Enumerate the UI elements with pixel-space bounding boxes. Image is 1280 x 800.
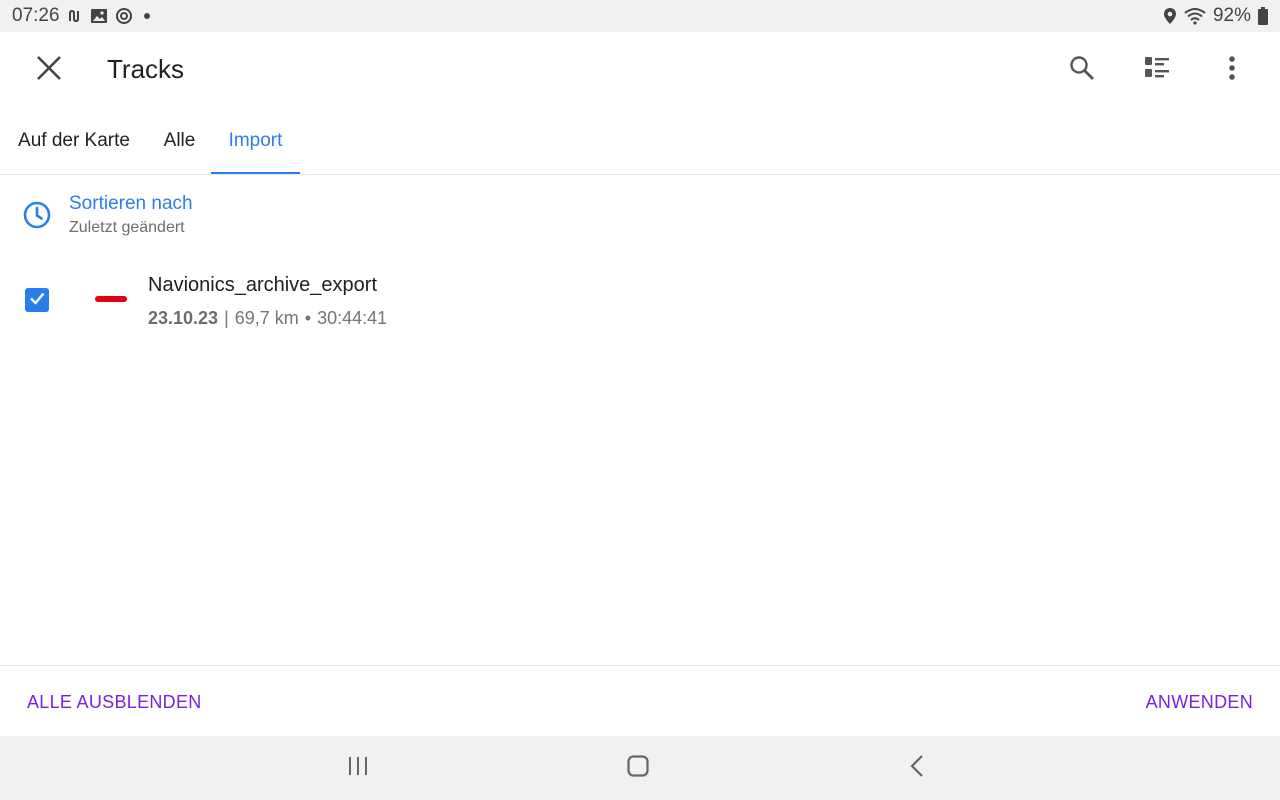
wifi-icon: [1184, 7, 1206, 25]
status-bar: 07:26 92%: [0, 0, 1280, 32]
system-navigation-bar: [0, 736, 1280, 800]
track-meta: 23.10.23 | 69,7 km • 30:44:41: [148, 308, 387, 329]
filter-list-button[interactable]: [1133, 46, 1181, 94]
battery-icon: [1258, 7, 1268, 25]
page-title: Tracks: [107, 54, 185, 84]
tab-import[interactable]: Import: [211, 108, 300, 174]
status-left: 07:26: [12, 5, 150, 27]
back-icon: [910, 754, 924, 782]
app-bar: Tracks: [0, 32, 1280, 108]
sort-title: Sortieren nach: [69, 193, 193, 214]
more-vert-icon: [1228, 55, 1236, 86]
track-color-line: [95, 296, 127, 302]
status-right: 92%: [1163, 5, 1268, 27]
bottom-action-bar: ALLE AUSBLENDEN ANWENDEN: [0, 665, 1280, 736]
more-notifications-dot: [143, 13, 150, 19]
list-item[interactable]: Navionics_archive_export 23.10.23 | 69,7…: [0, 260, 1280, 340]
sort-selector[interactable]: Sortieren nach Zuletzt geändert: [0, 176, 1280, 252]
status-time: 07:26: [12, 5, 60, 26]
active-tab-indicator: [211, 172, 300, 174]
track-distance: 69,7 km: [234, 308, 299, 328]
hide-all-button[interactable]: ALLE AUSBLENDEN: [27, 692, 202, 713]
check-icon: [28, 289, 46, 312]
meta-separator: |: [224, 308, 229, 328]
track-duration: 30:44:41: [317, 308, 388, 328]
notification-n-icon: [67, 8, 83, 24]
battery-percent: 92%: [1212, 5, 1251, 26]
track-date: 23.10.23: [148, 308, 219, 328]
recents-icon: [347, 756, 369, 781]
track-name: Navionics_archive_export: [148, 274, 378, 296]
more-options-button[interactable]: [1208, 46, 1256, 94]
sync-icon: [115, 7, 133, 25]
image-icon: [90, 8, 108, 24]
tab-auf-der-karte[interactable]: Auf der Karte: [0, 108, 148, 174]
filter-list-icon: [1144, 55, 1170, 86]
recents-button[interactable]: [338, 752, 378, 784]
location-icon: [1163, 7, 1177, 25]
home-button[interactable]: [618, 752, 658, 784]
sort-value: Zuletzt geändert: [69, 219, 185, 236]
tab-bar: Auf der Karte Alle Import: [0, 108, 1280, 175]
clock-icon: [22, 200, 52, 235]
close-icon: [36, 55, 62, 86]
meta-bullet: •: [304, 308, 312, 328]
apply-button[interactable]: ANWENDEN: [1146, 692, 1253, 713]
close-button[interactable]: [24, 46, 74, 94]
back-button[interactable]: [897, 752, 937, 784]
track-checkbox[interactable]: [25, 288, 49, 312]
tab-alle[interactable]: Alle: [148, 108, 211, 174]
home-icon: [627, 754, 649, 782]
search-button[interactable]: [1058, 46, 1106, 94]
search-icon: [1069, 55, 1095, 86]
